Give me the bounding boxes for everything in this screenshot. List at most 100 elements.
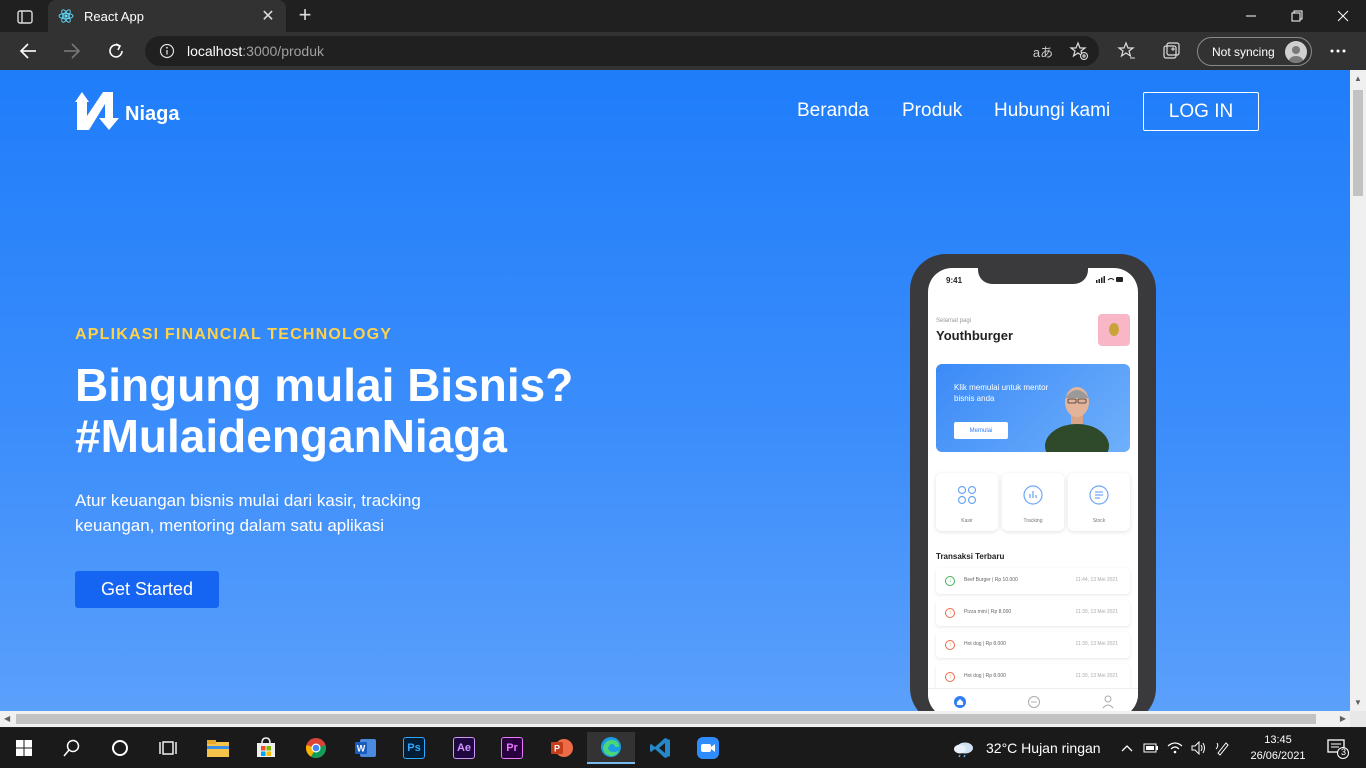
scroll-right-icon[interactable]: ▶ [1340,714,1346,723]
phone-screen: 9:41 Selamat pagi Youthburger Klik memul… [928,268,1138,711]
vertical-scrollbar[interactable]: ▲ ▼ [1350,70,1366,711]
refresh-icon[interactable] [102,38,130,64]
nav-produk[interactable]: Produk [902,100,962,122]
phone-store-avatar [1098,314,1130,346]
phone-mockup: 9:41 Selamat pagi Youthburger Klik memul… [910,254,1156,711]
get-started-button[interactable]: Get Started [75,571,219,608]
volume-icon[interactable] [1186,732,1212,764]
expense-arrow-icon: ↑ [945,672,955,682]
premiere-icon[interactable]: Pr [488,732,536,764]
microsoft-store-icon[interactable] [242,732,290,764]
add-favorite-icon[interactable] [1067,39,1091,63]
document-icon [1089,485,1109,505]
weather-icon[interactable] [944,732,984,764]
vertical-scroll-thumb[interactable] [1353,90,1363,196]
pen-workspace-icon[interactable] [1210,732,1236,764]
cortana-icon[interactable] [96,732,144,764]
hero-headline: Bingung mulai Bisnis? #MulaidenganNiaga [75,360,573,462]
phone-greeting: Selamat pagi [936,318,972,324]
banner-text: Klik memulai untuk mentor bisnis anda [954,383,1049,403]
file-explorer-icon[interactable] [194,732,242,764]
wifi-icon[interactable] [1162,732,1188,764]
chrome-icon[interactable] [292,732,340,764]
horizontal-scrollbar[interactable]: ◀ ▶ [0,711,1350,727]
word-icon[interactable]: W [342,732,390,764]
expense-arrow-icon: ↑ [945,640,955,650]
battery-icon[interactable] [1138,732,1164,764]
sync-label: Not syncing [1212,44,1275,59]
transaction-name: Hot dog | Rp 8.000 [964,641,1006,647]
close-window-icon[interactable] [1320,0,1366,32]
nav-beranda[interactable]: Beranda [797,100,869,122]
landing-page: Niaga Beranda Produk Hubungi kami LOG IN… [0,70,1350,711]
back-icon[interactable] [14,38,42,64]
browser-toolbar: localhost:3000/produk aあ Not syncing [0,32,1366,70]
phone-notch [978,268,1088,284]
phone-nav-icons [954,695,1114,709]
expense-arrow-icon: ↑ [945,608,955,618]
horizontal-scroll-thumb[interactable] [16,714,1316,724]
banner-start-button: Memulai [954,422,1008,439]
info-icon[interactable] [159,43,175,59]
transaction-row: ↓ Beef Burger | Rp 10.000 11:44, 13 Mei … [936,568,1130,594]
tile-kasir: Kasir [936,473,998,531]
react-icon [58,9,74,23]
tab-actions-icon[interactable] [8,6,42,28]
vscode-icon[interactable] [636,732,684,764]
url-host: localhost [187,43,243,59]
transaction-name: Pizza mini | Rp 8.000 [964,609,1012,615]
headline-line-1: Bingung mulai Bisnis? [75,359,574,411]
nav-hubungi-kami[interactable]: Hubungi kami [994,100,1110,122]
profile-sync-button[interactable]: Not syncing [1197,37,1312,66]
grid-icon [957,485,977,505]
address-bar[interactable]: localhost:3000/produk [145,36,1099,66]
forward-icon[interactable] [58,38,86,64]
after-effects-icon[interactable]: Ae [440,732,488,764]
niaga-logo-icon [75,92,119,130]
read-aloud-icon[interactable]: aあ [1031,39,1055,63]
transaction-date: 11:30, 13 Mei 2021 [1075,641,1118,647]
search-icon[interactable] [48,732,96,764]
scroll-left-icon[interactable]: ◀ [4,714,10,723]
hero-eyebrow: APLIKASI FINANCIAL TECHNOLOGY [75,326,393,343]
transaction-row: ↑ Pizza mini | Rp 8.000 11:30, 13 Mei 20… [936,600,1130,626]
scroll-up-icon[interactable]: ▲ [1354,74,1362,83]
logo-text: Niaga [125,102,180,125]
task-view-icon[interactable] [144,732,192,764]
notifications-count: 3 [1341,747,1347,757]
transaction-date: 11:30, 13 Mei 2021 [1075,673,1118,679]
browser-titlebar: React App ✕ + [0,0,1366,32]
settings-more-icon[interactable] [1326,39,1350,63]
photoshop-icon[interactable]: Ps [390,732,438,764]
browser-tab[interactable]: React App ✕ [48,0,286,32]
tab-close-icon[interactable]: ✕ [260,6,276,26]
scroll-down-icon[interactable]: ▼ [1354,698,1362,707]
collections-icon[interactable] [1159,39,1183,63]
favorites-icon[interactable] [1115,39,1139,63]
clock-date: 26/06/2021 [1250,750,1306,762]
phone-status-icons [1096,276,1124,285]
zoom-icon[interactable] [684,732,732,764]
minimize-icon[interactable] [1228,0,1274,32]
niaga-logo[interactable]: Niaga [75,90,179,130]
powerpoint-icon[interactable]: P [538,732,586,764]
phone-bottom-nav [928,688,1138,711]
phone-mentor-banner: Klik memulai untuk mentor bisnis anda Me… [936,364,1130,452]
weather-text[interactable]: 32°C Hujan ringan [986,740,1101,756]
phone-store-name: Youthburger [936,328,1014,343]
transaction-name: Beef Burger | Rp 10.000 [964,577,1018,583]
restore-icon[interactable] [1274,0,1320,32]
system-clock[interactable]: 13:45 26/06/2021 [1248,732,1308,764]
windows-taskbar: W Ps Ae Pr P 32°C Hujan ringan 13:45 26/… [0,728,1366,768]
svg-text:W: W [357,744,366,754]
edge-icon[interactable] [587,732,635,764]
notifications-icon[interactable]: 3 [1318,732,1358,764]
bar-chart-icon [1023,485,1043,505]
show-hidden-icons[interactable] [1114,732,1140,764]
new-tab-button[interactable]: + [294,4,316,26]
windows-start-icon[interactable] [0,732,48,764]
phone-menu-tiles: Kasir Tracking Stock [936,473,1130,531]
profile-avatar-icon [1285,41,1307,63]
transaction-row: ↑ Hot dog | Rp 8.000 11:30, 13 Mei 2021 [936,632,1130,658]
login-button[interactable]: LOG IN [1143,92,1259,131]
